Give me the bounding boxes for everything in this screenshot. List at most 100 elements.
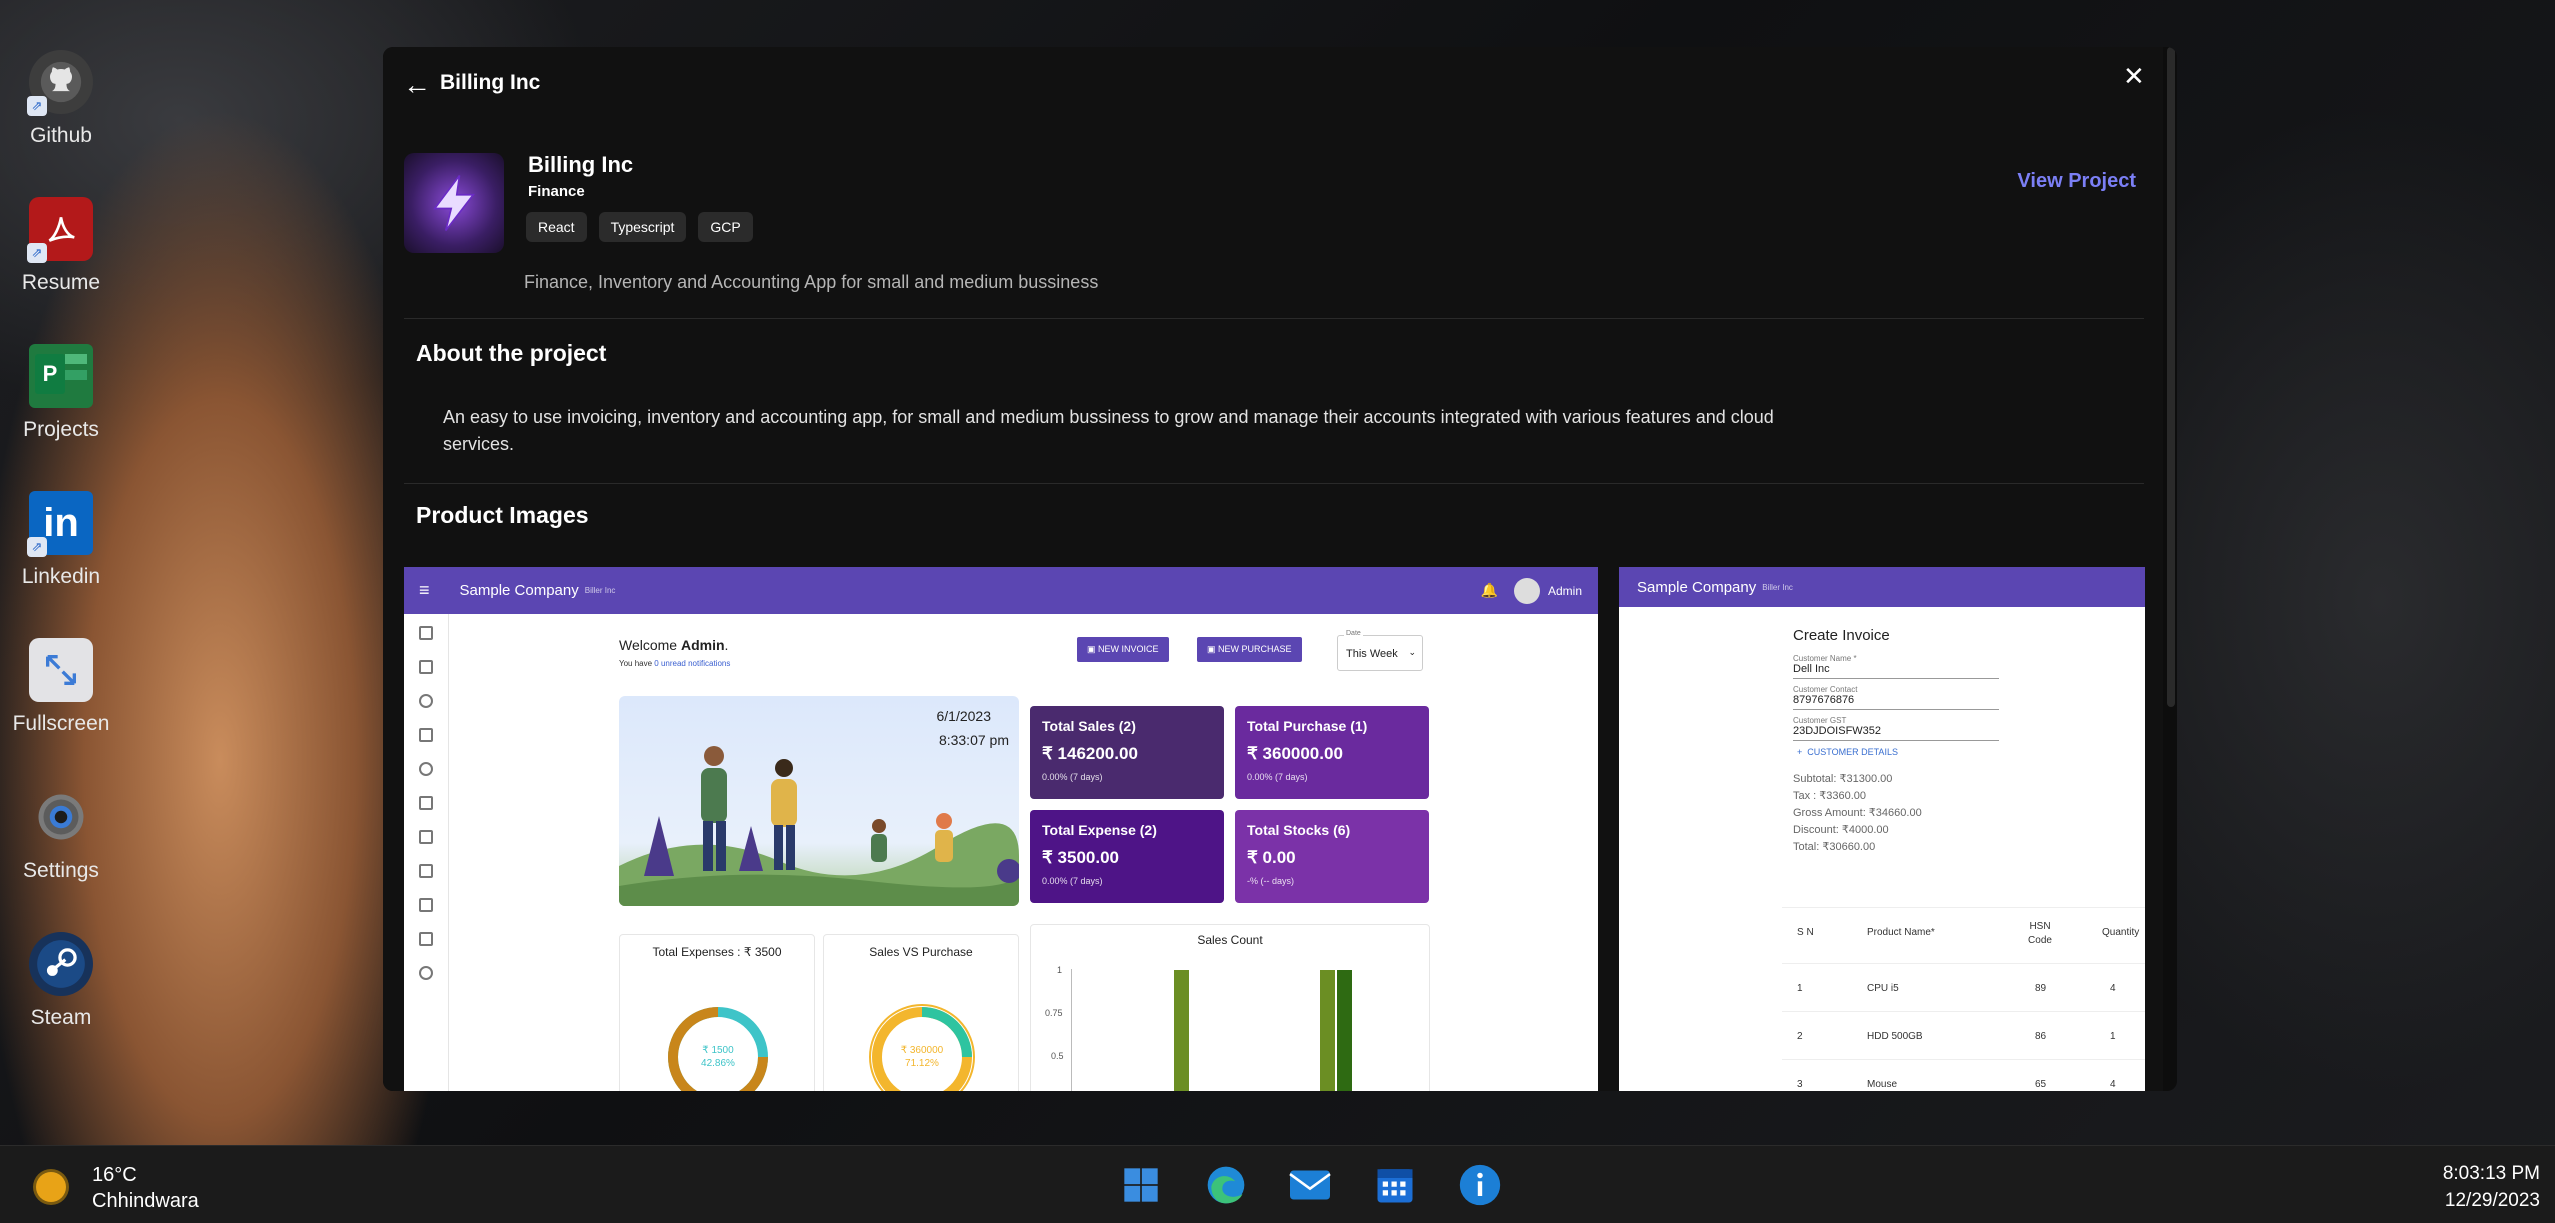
customer-details-button[interactable]: + CUSTOMER DETAILS [1797,747,1999,757]
svg-text:71.12%: 71.12% [905,1058,939,1069]
lightning-icon [433,175,475,232]
start-icon[interactable] [1118,1162,1164,1208]
desktop-icon-label: Linkedin [21,565,101,588]
fullscreen-icon [29,638,93,702]
project-modal: ← Billing Inc ✕ Billing Inc Finance Reac… [383,47,2177,1091]
clock[interactable]: 8:03:13 PM 12/29/2023 [2443,1160,2540,1214]
project-logo [404,153,504,253]
app-bar: ≡ Sample Company Biller Inc 🔔 Admin [404,567,1598,614]
product-images-heading: Product Images [416,502,589,528]
company-name: Sample Company [1637,578,1757,596]
hero-illustration: 6/1/2023 8:33:07 pm [619,696,1019,906]
nav-archive-icon [419,830,433,844]
totals: Subtotal: ₹31300.00 Tax : ₹3360.00 Gross… [1793,773,1922,853]
info-icon[interactable] [1457,1162,1503,1208]
tag: Typescript [598,212,687,242]
modal-scrollbar[interactable] [2167,47,2175,707]
project-description: Finance, Inventory and Accounting App fo… [524,272,1099,292]
form-title: Create Invoice [1793,627,1890,644]
product-image-invoice[interactable]: Sample Company Biller Inc Create Invoice… [1619,567,2145,1091]
product-image-dashboard[interactable]: ≡ Sample Company Biller Inc 🔔 Admin Welc… [404,567,1598,1091]
clock-time: 8:03:13 PM [2442,1163,2540,1184]
edge-icon[interactable] [1203,1162,1249,1208]
hero-date: 6/1/2023 [936,708,992,724]
tag-list: React Typescript GCP [526,212,753,242]
tag: React [526,212,587,242]
desktop-icon-label: Fullscreen [12,712,110,735]
table-header: S N Product Name* HSN Code Quantity [1782,907,2145,963]
desktop-icon-label: Resume [21,271,101,294]
expenses-panel: Total Expenses : ₹ 3500 ₹ 1500 42.86% [619,934,815,1091]
side-nav [404,614,449,1091]
stat-card-expense[interactable]: Total Expense (2) ₹ 3500.00 0.00% (7 days) [1030,810,1224,903]
sales-count-panel: Sales Count 1 0.75 0.5 [1030,924,1430,1091]
company-sub: Biller Inc [1762,582,1793,592]
customer-name-field[interactable]: Dell Inc [1793,663,1999,679]
desktop-icon-label: Steam [30,1006,92,1029]
field-label: Customer Name * [1793,654,1857,663]
tag: GCP [698,212,753,242]
view-project-link[interactable]: View Project [2017,170,2136,193]
stat-card-purchase[interactable]: Total Purchase (1) ₹ 360000.00 0.00% (7 da… [1235,706,1429,799]
desktop-icon-projects[interactable]: P Projects [0,344,122,442]
company-sub: Biller Inc [584,586,616,595]
pdf-icon: ⇗ [27,197,93,263]
mail-icon[interactable] [1287,1162,1333,1208]
nav-check-icon [419,694,433,708]
desktop-icon-label: Settings [23,859,99,882]
field-label: Customer GST [1793,716,1847,725]
back-arrow-icon[interactable]: ← [403,69,431,101]
linkedin-icon: in ⇗ [27,491,93,557]
divider [404,483,2144,484]
sun-icon [36,1172,66,1202]
desktop-icon-fullscreen[interactable]: Fullscreen [0,638,122,736]
desktop-icon-steam[interactable]: Steam [0,932,122,1030]
expenses-donut: ₹ 1500 42.86% [668,1007,768,1091]
bell-icon: 🔔 [1480,582,1498,598]
weather-city: Chhindwara [92,1190,199,1212]
calendar-icon[interactable] [1372,1162,1418,1208]
hero-time: 8:33:07 pm [938,732,1009,748]
project-category: Finance [528,183,585,200]
new-purchase-button[interactable]: ▣ NEW PURCHASE [1197,637,1302,662]
user-name: Admin [1547,583,1582,598]
close-icon[interactable]: ✕ [2123,61,2145,92]
about-text: An easy to use invoicing, inventory and … [443,407,1774,454]
customer-contact-field[interactable]: 8797676876 [1793,694,1999,710]
table-row[interactable]: 3 Mouse 65 4 [1782,1059,2145,1091]
table-row[interactable]: 2 HDD 500GB 86 1 [1782,1011,2145,1059]
desktop-icon-github[interactable]: ⇗ Github [0,50,122,148]
desktop-icon-label: Projects [23,418,99,441]
welcome-text: Welcome Admin. [619,637,729,653]
field-label: Customer Contact [1793,685,1858,694]
svg-text:₹ 1500: ₹ 1500 [702,1045,734,1056]
about-heading: About the project [416,340,607,366]
customer-gst-field[interactable]: 23DJDOISFW352 [1793,725,1999,741]
stat-card-sales[interactable]: Total Sales (2) ₹ 146200.00 0.00% (7 days) [1030,706,1224,799]
nav-check-icon [419,762,433,776]
nav-file-icon [419,864,433,878]
sales-vs-purchase-panel: Sales VS Purchase ₹ 360000 71.12% [823,934,1019,1091]
modal-content: ← Billing Inc ✕ Billing Inc Finance Reac… [383,47,2163,1091]
table-row[interactable]: 1 CPU i5 89 4 [1782,963,2145,1011]
date-select[interactable]: Date This Week ⌄ [1337,630,1423,671]
stat-card-stocks[interactable]: Total Stocks (6) ₹ 0.00 -% (-- days) [1235,810,1429,903]
desktop-icon-resume[interactable]: ⇗ Resume [0,197,122,295]
desktop-icon-label: Github [30,124,92,147]
nav-dashboard-icon [419,626,433,640]
nav-book-icon [419,796,433,810]
project-icon: P [29,344,93,408]
new-invoice-button[interactable]: ▣ NEW INVOICE [1077,637,1169,662]
desktop-icon-settings[interactable]: Settings [0,785,122,883]
clock-date: 12/29/2023 [2444,1190,2540,1211]
menu-icon: ≡ [419,580,430,600]
weather-widget[interactable]: 16°C Chhindwara [32,1164,212,1214]
gear-icon [29,785,93,849]
nav-image-icon [419,898,433,912]
divider [404,318,2144,319]
taskbar: 16°C Chhindwara 8:03:13 PM 12/29/2023 [0,1145,2555,1223]
project-name: Billing Inc [528,152,634,177]
bar [1174,970,1189,1091]
weather-temp: 16°C [92,1164,137,1186]
desktop-icon-linkedin[interactable]: in ⇗ Linkedin [0,491,122,589]
